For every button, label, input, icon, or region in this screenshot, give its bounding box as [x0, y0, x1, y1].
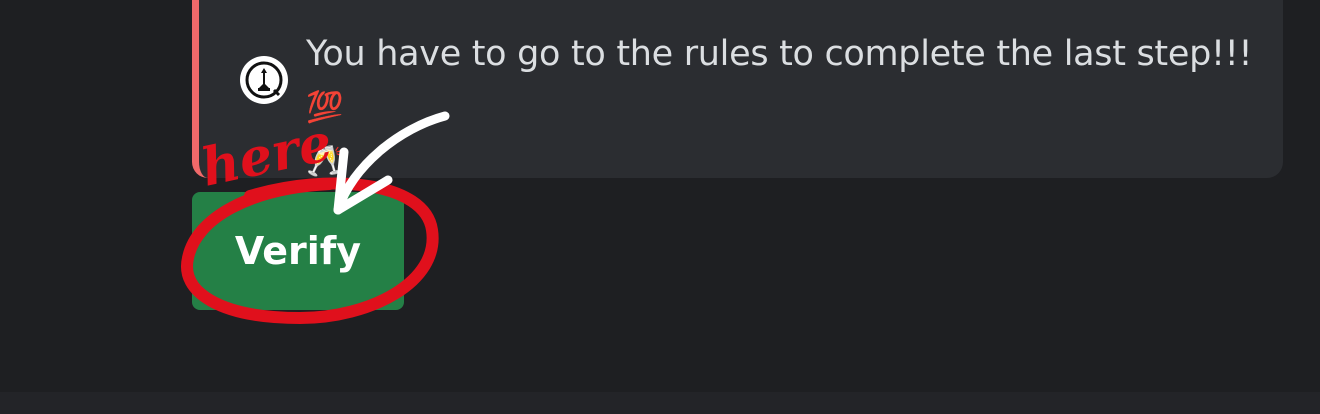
hundred-points-emoji: 💯: [306, 90, 344, 125]
chess-piece-icon: [245, 61, 283, 99]
embed-author-avatar[interactable]: [240, 56, 288, 104]
verify-button[interactable]: Verify: [192, 192, 404, 310]
clinking-glasses-emoji: 🥂: [306, 144, 344, 179]
bottom-strip: [0, 392, 1320, 414]
embed-description: You have to go to the rules to complete …: [306, 28, 1266, 188]
embed-message-text: You have to go to the rules to complete …: [306, 34, 1253, 74]
